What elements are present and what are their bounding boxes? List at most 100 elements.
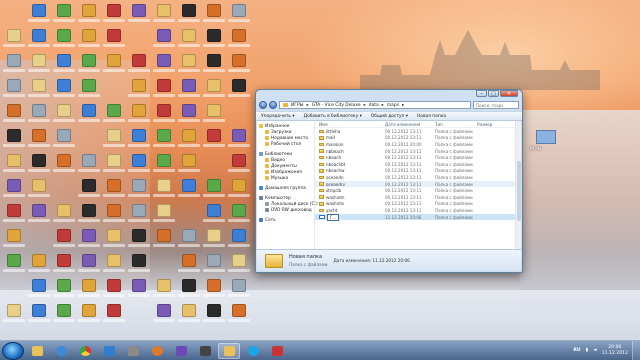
desktop-icon[interactable]	[128, 154, 150, 176]
desktop-icon[interactable]	[228, 154, 250, 176]
desktop-icon[interactable]	[28, 304, 50, 326]
nav-item[interactable]: Домашняя группа	[259, 185, 312, 191]
desktop-icon[interactable]	[203, 29, 225, 51]
desktop-icon[interactable]	[153, 179, 175, 201]
desktop-icon[interactable]	[203, 304, 225, 326]
desktop-icon[interactable]	[178, 304, 200, 326]
show-desktop-button[interactable]	[632, 340, 640, 360]
column-type[interactable]: Тип	[435, 122, 477, 127]
desktop-icon[interactable]	[53, 154, 75, 176]
desktop-icon[interactable]	[228, 129, 250, 151]
desktop-icon[interactable]	[203, 279, 225, 301]
desktop-icon[interactable]	[178, 279, 200, 301]
desktop-icon[interactable]	[53, 79, 75, 101]
desktop-icon[interactable]	[103, 4, 125, 26]
desktop-icon[interactable]	[78, 279, 100, 301]
desktop-icon[interactable]	[153, 279, 175, 301]
desktop-icon[interactable]	[203, 179, 225, 201]
address-bar[interactable]: ИГРЫ ▸ GTA - Vice City Deluxe ▸ data ▸ maps…	[279, 101, 471, 109]
file-row[interactable]: nbeachw 00.12.2012 13:11 Папка с файлами	[315, 168, 521, 175]
desktop-icon[interactable]	[28, 104, 50, 126]
desktop-icon[interactable]	[3, 104, 25, 126]
desktop-icon[interactable]	[103, 129, 125, 151]
desktop-icon[interactable]	[228, 229, 250, 251]
desktop-icon[interactable]	[78, 254, 100, 276]
desktop-icon[interactable]	[103, 304, 125, 326]
taskbar-explorer-window[interactable]	[218, 342, 240, 359]
desktop-icon[interactable]	[3, 229, 25, 251]
taskbar-skype[interactable]	[242, 343, 264, 359]
desktop-icon[interactable]	[128, 179, 150, 201]
file-row[interactable]: oceandrv 00.12.2012 13:11 Папка с файлами	[315, 180, 521, 188]
file-row[interactable]: washintn 00.12.2012 13:11 Папка с файлами	[315, 194, 521, 201]
desktop-icon[interactable]	[3, 29, 25, 51]
desktop-icon[interactable]	[153, 154, 175, 176]
breadcrumb-0[interactable]: ИГРЫ	[291, 103, 303, 108]
desktop-icon[interactable]	[78, 229, 100, 251]
volume-icon[interactable]: ◄	[593, 348, 597, 353]
desktop-icon[interactable]	[28, 279, 50, 301]
share-button[interactable]: Общий доступ ▾	[371, 114, 408, 119]
desktop-icon[interactable]	[228, 304, 250, 326]
desktop-icon[interactable]	[103, 254, 125, 276]
desktop-icon[interactable]	[78, 4, 100, 26]
desktop-icon[interactable]	[103, 179, 125, 201]
desktop-icon[interactable]	[53, 254, 75, 276]
desktop-icon[interactable]	[203, 229, 225, 251]
desktop-icon[interactable]	[3, 54, 25, 76]
desktop-icon[interactable]	[53, 104, 75, 126]
organize-button[interactable]: Упорядочить ▾	[261, 114, 295, 119]
taskbar-app[interactable]	[266, 343, 288, 359]
desktop-icon[interactable]	[178, 129, 200, 151]
desktop-icon[interactable]	[178, 79, 200, 101]
desktop-icon[interactable]	[53, 304, 75, 326]
desktop-icon[interactable]	[128, 129, 150, 151]
scroll-thumb[interactable]	[517, 161, 521, 221]
desktop-icon[interactable]	[228, 4, 250, 26]
desktop-icon[interactable]	[78, 104, 100, 126]
desktop-icon[interactable]	[178, 54, 200, 76]
desktop-icon[interactable]	[153, 4, 175, 26]
desktop-icon[interactable]	[78, 29, 100, 51]
desktop-icon[interactable]	[228, 204, 250, 226]
desktop-icon[interactable]	[228, 179, 250, 201]
breadcrumb-1[interactable]: GTA - Vice City Deluxe	[312, 103, 361, 108]
taskbar-media-player[interactable]	[50, 343, 72, 359]
desktop-icon[interactable]	[128, 204, 150, 226]
file-row[interactable]: stripclb 00.12.2012 13:11 Папка с файлами	[315, 187, 521, 194]
desktop-icon[interactable]	[203, 254, 225, 276]
desktop-icon[interactable]	[153, 29, 175, 51]
desktop-icon[interactable]	[153, 229, 175, 251]
taskbar-app[interactable]	[170, 343, 192, 359]
desktop-icon[interactable]	[28, 254, 50, 276]
file-row[interactable]: nbeach 00.12.2012 13:11 Папка с файлами	[315, 154, 521, 161]
breadcrumb-2[interactable]: data	[369, 103, 379, 108]
file-row[interactable]: nbeachbt 00.12.2012 13:11 Папка с файлами	[315, 161, 521, 168]
maximize-button[interactable]: □	[488, 90, 499, 97]
desktop-icon[interactable]	[103, 229, 125, 251]
desktop-icon[interactable]	[53, 229, 75, 251]
search-input[interactable]: Поиск: maps	[473, 101, 519, 109]
desktop-icon[interactable]	[203, 129, 225, 151]
back-button[interactable]: ‹	[259, 101, 267, 109]
desktop-icon[interactable]	[3, 204, 25, 226]
desktop-icon[interactable]	[28, 54, 50, 76]
clock[interactable]: 20:06 11.12.2012	[602, 345, 628, 357]
desktop-icon[interactable]	[178, 179, 200, 201]
desktop-icon[interactable]	[203, 79, 225, 101]
taskbar-app[interactable]	[122, 343, 144, 359]
desktop-icon[interactable]	[153, 129, 175, 151]
desktop-icon[interactable]	[78, 304, 100, 326]
desktop-icon[interactable]	[178, 154, 200, 176]
desktop-icon[interactable]	[153, 104, 175, 126]
taskbar-app[interactable]	[146, 343, 168, 359]
desktop-icon[interactable]	[178, 4, 200, 26]
desktop-icon[interactable]	[103, 54, 125, 76]
desktop-icon[interactable]	[128, 54, 150, 76]
desktop-icon[interactable]	[128, 104, 150, 126]
file-row[interactable]: oceandn 00.12.2012 13:11 Папка с файлами	[315, 174, 521, 181]
desktop-icon[interactable]	[103, 104, 125, 126]
desktop-icon[interactable]	[3, 129, 25, 151]
file-row[interactable]: Г... 11.12.2012 20:06 Папка с файлами	[315, 213, 521, 221]
desktop-icon[interactable]	[153, 304, 175, 326]
